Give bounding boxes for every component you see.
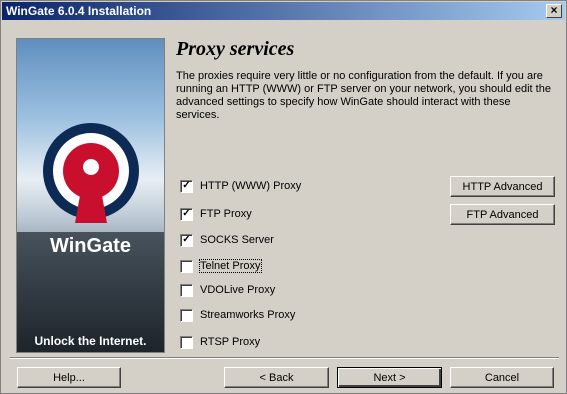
- http-proxy-checkbox-row[interactable]: ✓ HTTP (WWW) Proxy: [180, 179, 301, 193]
- http-proxy-checkbox[interactable]: ✓: [180, 179, 193, 193]
- http-proxy-label[interactable]: HTTP (WWW) Proxy: [200, 180, 301, 192]
- page-title: Proxy services: [176, 38, 295, 60]
- http-advanced-button[interactable]: HTTP Advanced: [450, 176, 555, 197]
- window-title: WinGate 6.0.4 Installation: [6, 4, 152, 18]
- close-icon: ×: [550, 3, 558, 17]
- next-button[interactable]: Next >: [337, 367, 442, 388]
- socks-server-checkbox-row[interactable]: ✓ SOCKS Server: [180, 233, 274, 247]
- vdolive-proxy-checkbox[interactable]: [180, 283, 193, 297]
- back-button[interactable]: < Back: [224, 367, 329, 388]
- streamworks-proxy-label[interactable]: Streamworks Proxy: [200, 309, 295, 321]
- streamworks-proxy-checkbox-row[interactable]: Streamworks Proxy: [180, 308, 295, 322]
- streamworks-proxy-checkbox[interactable]: [180, 308, 193, 322]
- socks-server-checkbox[interactable]: ✓: [180, 233, 193, 247]
- telnet-proxy-checkbox[interactable]: [180, 259, 193, 273]
- telnet-proxy-checkbox-row[interactable]: Telnet Proxy: [180, 259, 262, 273]
- rtsp-proxy-checkbox[interactable]: [180, 335, 193, 349]
- ftp-proxy-checkbox-row[interactable]: ✓ FTP Proxy: [180, 207, 252, 221]
- page-description: The proxies require very little or no co…: [176, 70, 551, 121]
- rtsp-proxy-checkbox-row[interactable]: RTSP Proxy: [180, 335, 260, 349]
- vdolive-proxy-label[interactable]: VDOLive Proxy: [200, 284, 275, 296]
- rtsp-proxy-label[interactable]: RTSP Proxy: [200, 336, 260, 348]
- telnet-proxy-label[interactable]: Telnet Proxy: [199, 259, 262, 273]
- banner-tagline: Unlock the Internet.: [34, 334, 147, 348]
- cancel-button[interactable]: Cancel: [450, 367, 554, 388]
- close-button[interactable]: ×: [546, 4, 562, 18]
- keyhole-center-icon: [83, 159, 99, 175]
- banner-brand: WinGate: [50, 235, 131, 257]
- footer-separator: [10, 357, 559, 359]
- ftp-advanced-button[interactable]: FTP Advanced: [450, 204, 555, 225]
- ftp-proxy-label[interactable]: FTP Proxy: [200, 208, 252, 220]
- vdolive-proxy-checkbox-row[interactable]: VDOLive Proxy: [180, 283, 275, 297]
- wingate-banner-image: WinGate Unlock the Internet.: [16, 38, 165, 353]
- title-bar[interactable]: WinGate 6.0.4 Installation ×: [2, 2, 565, 20]
- socks-server-label[interactable]: SOCKS Server: [200, 234, 274, 246]
- installer-window: WinGate 6.0.4 Installation × WinGate Unl…: [0, 0, 567, 394]
- ftp-proxy-checkbox[interactable]: ✓: [180, 207, 193, 221]
- help-button[interactable]: Help...: [17, 367, 121, 388]
